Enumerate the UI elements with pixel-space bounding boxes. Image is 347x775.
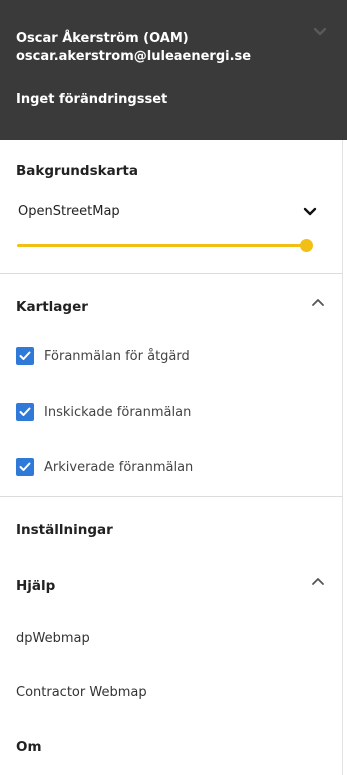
help-link-contractor-webmap[interactable]: Contractor Webmap (16, 685, 147, 700)
changeset-label[interactable]: Inget förändringsset (16, 92, 167, 107)
chevron-up-icon[interactable] (310, 575, 326, 587)
layer-item[interactable]: Arkiverade föranmälan (16, 457, 193, 477)
checkmark-icon (19, 407, 31, 416)
opacity-slider-track[interactable] (17, 244, 307, 247)
layer-label: Inskickade föranmälan (44, 404, 192, 420)
layer-label: Arkiverade föranmälan (44, 459, 194, 475)
layers-title: Kartlager (16, 299, 88, 315)
divider (0, 273, 342, 274)
divider (0, 496, 342, 497)
layer-label: Föranmälan för åtgärd (44, 348, 190, 364)
chevron-down-icon[interactable] (312, 24, 328, 40)
opacity-slider-handle[interactable] (299, 239, 313, 252)
checkbox[interactable] (16, 458, 34, 476)
background-map-select[interactable]: OpenStreetMap (18, 204, 120, 219)
about-title[interactable]: Om (16, 739, 42, 755)
help-link-dpwebmap[interactable]: dpWebmap (16, 631, 90, 646)
chevron-down-icon[interactable] (303, 206, 317, 218)
checkbox[interactable] (16, 403, 34, 421)
user-email: oscar.akerstrom@luleaenergi.se (16, 49, 252, 64)
layer-item[interactable]: Föranmälan för åtgärd (16, 346, 190, 366)
checkmark-icon (19, 351, 31, 360)
layer-item[interactable]: Inskickade föranmälan (16, 402, 191, 422)
background-map-title: Bakgrundskarta (16, 163, 138, 179)
user-name: Oscar Åkerström (OAM) (16, 31, 189, 46)
settings-title[interactable]: Inställningar (16, 522, 113, 538)
user-header[interactable]: Oscar Åkerström (OAM) oscar.akerstrom@lu… (0, 0, 347, 140)
checkbox[interactable] (16, 347, 34, 365)
chevron-up-icon[interactable] (310, 296, 326, 308)
help-title[interactable]: Hjälp (16, 578, 55, 594)
checkmark-icon (19, 462, 31, 471)
